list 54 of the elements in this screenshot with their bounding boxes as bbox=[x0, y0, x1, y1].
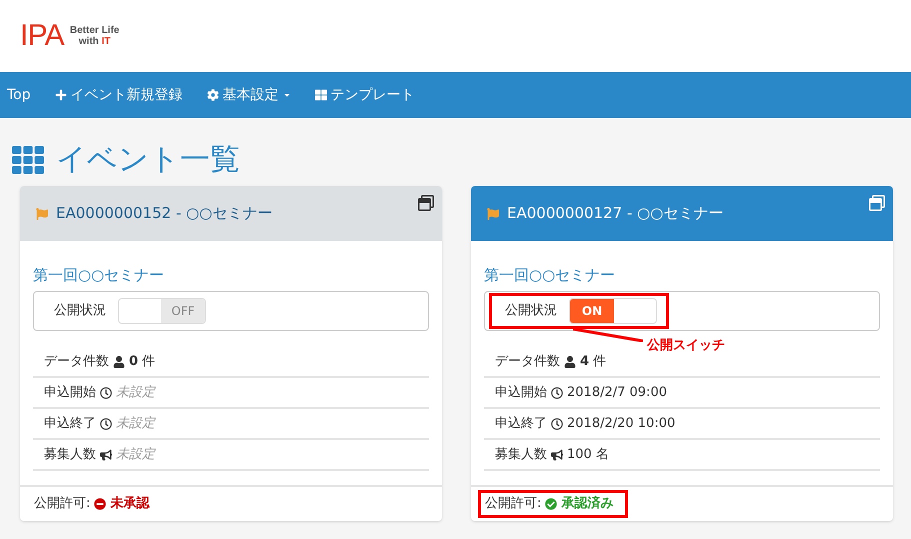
row-value: 4 件 bbox=[580, 352, 606, 371]
switch-label: 公開状況 bbox=[505, 302, 557, 320]
row-label: 申込開始 bbox=[44, 384, 96, 402]
grid-icon bbox=[12, 144, 44, 176]
logo-tagline: Better Life with IT bbox=[70, 25, 120, 47]
permit-label: 公開許可: bbox=[485, 495, 542, 514]
row-value: 100 名 bbox=[567, 446, 609, 464]
event-link[interactable]: 第一回○○セミナー bbox=[33, 265, 164, 285]
plus-icon bbox=[54, 89, 67, 101]
row-label: データ件数 bbox=[495, 352, 560, 371]
permit-value: 承認済み bbox=[561, 494, 614, 514]
page-title: イベント一覧 bbox=[56, 145, 240, 175]
row-value: 未設定 bbox=[116, 414, 155, 433]
clock-icon bbox=[100, 386, 112, 398]
row-label: 募集人数 bbox=[44, 446, 96, 464]
card-title: EA0000000152 - ○○セミナー bbox=[56, 203, 272, 224]
clock-icon bbox=[551, 386, 563, 398]
toggle-state: ON bbox=[570, 299, 614, 323]
clock-icon bbox=[100, 418, 112, 430]
toggle-state: OFF bbox=[161, 299, 205, 323]
row-label: データ件数 bbox=[44, 352, 109, 371]
leader-line bbox=[573, 328, 643, 342]
switch-label: 公開状況 bbox=[54, 302, 106, 320]
row-label: 申込開始 bbox=[495, 384, 547, 402]
event-link[interactable]: 第一回○○セミナー bbox=[484, 265, 616, 285]
permit-value: 未承認 bbox=[110, 495, 150, 514]
row-value: 0 件 bbox=[129, 352, 156, 371]
user-icon bbox=[113, 356, 125, 368]
row-value: 未設定 bbox=[116, 384, 155, 402]
nav-label: Top bbox=[7, 86, 31, 104]
nav-label: イベント新規登録 bbox=[70, 86, 183, 104]
row-value: 未設定 bbox=[116, 446, 155, 464]
megaphone-icon bbox=[100, 448, 112, 460]
row-value: 2018/2/7 09:00 bbox=[567, 384, 667, 402]
megaphone-icon bbox=[551, 448, 563, 460]
toggle-switch[interactable]: OFF bbox=[118, 298, 206, 324]
toggle-switch[interactable]: ON bbox=[569, 298, 657, 324]
row-value: 2018/2/20 10:00 bbox=[567, 414, 676, 433]
row-label: 募集人数 bbox=[495, 446, 547, 464]
grid-icon bbox=[314, 89, 327, 101]
flag-icon bbox=[36, 208, 48, 220]
nav-label: 基本設定 bbox=[222, 86, 279, 104]
row-label: 申込終了 bbox=[44, 414, 96, 433]
window-restore-icon[interactable] bbox=[418, 195, 434, 211]
logo-mark: IPA bbox=[20, 21, 64, 51]
user-icon bbox=[564, 356, 576, 368]
permit-label: 公開許可: bbox=[34, 495, 90, 514]
card-title: EA0000000127 - ○○セミナー bbox=[507, 203, 724, 224]
flag-icon bbox=[487, 208, 499, 220]
clock-icon bbox=[551, 418, 563, 430]
callout-label: 公開スイッチ bbox=[647, 337, 725, 355]
row-label: 申込終了 bbox=[495, 414, 547, 433]
settings-icon bbox=[206, 89, 219, 101]
nav-label: テンプレート bbox=[330, 86, 415, 104]
